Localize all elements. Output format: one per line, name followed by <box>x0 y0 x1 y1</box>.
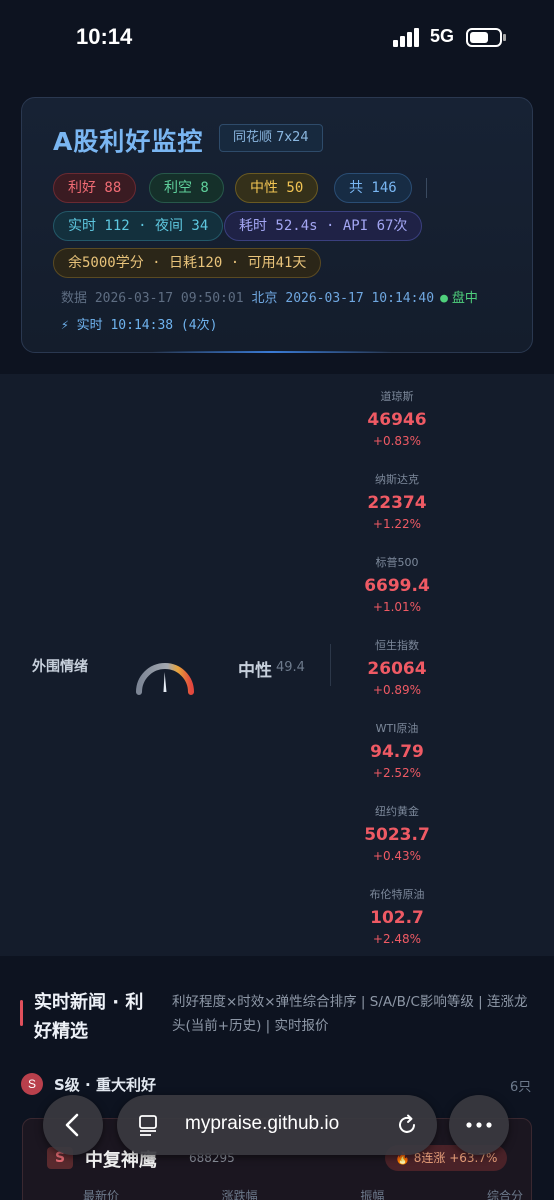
data-time: 数据 2026-03-17 09:50:01 <box>61 291 244 306</box>
index-value: 94.79 <box>370 742 424 762</box>
pill-divider <box>426 178 427 198</box>
beijing-time: 北京 2026-03-17 10:14:40 <box>251 291 435 306</box>
browser-toolbar: mypraise.github.io <box>0 1085 554 1200</box>
positive-count-pill[interactable]: 利好 88 <box>53 173 137 203</box>
chevron-left-icon <box>65 1113 79 1137</box>
back-button[interactable] <box>43 1095 103 1155</box>
index-name: 纳斯达克 <box>375 473 419 486</box>
total-count-pill[interactable]: 共 146 <box>334 173 412 203</box>
news-section-title: 实时新闻 · 利好精选 <box>34 992 144 1042</box>
neutral-count-pill[interactable]: 中性 50 <box>235 173 319 203</box>
header-card: A股利好监控 同花顺 7x24 利好 88 利空 8 中性 50 共 146 实… <box>21 97 533 353</box>
reload-icon[interactable] <box>396 1114 418 1136</box>
index-name: 恒生指数 <box>375 639 419 652</box>
index-item[interactable]: 纽约黄金 5023.7 +0.43% <box>352 803 442 863</box>
index-name: WTI原油 <box>375 722 419 735</box>
more-dots-icon <box>466 1122 492 1128</box>
sentiment-gauge <box>136 663 194 695</box>
index-change: +0.89% <box>372 683 422 697</box>
index-item[interactable]: 标普500 6699.4 +1.01% <box>352 554 442 614</box>
index-value: 46946 <box>367 410 427 430</box>
data-timestamp-line: 数据 2026-03-17 09:50:01 北京 2026-03-17 10:1… <box>61 287 478 306</box>
index-item[interactable]: 布伦特原油 102.7 +2.48% <box>352 886 442 946</box>
network-type: 5G <box>430 26 455 46</box>
status-time: 10:14 <box>76 24 133 49</box>
index-change: +1.22% <box>372 517 422 531</box>
source-badge: 同花顺 7x24 <box>219 124 323 152</box>
news-section-description: 利好程度×时效×弹性综合排序 | S/A/B/C影响等级 | 连涨龙头(当前+历… <box>172 994 528 1034</box>
index-change: +2.48% <box>372 932 422 946</box>
index-change: +0.83% <box>372 434 422 448</box>
sentiment-value: 中性 <box>238 661 272 681</box>
battery-icon <box>466 28 506 47</box>
index-value: 102.7 <box>370 908 424 928</box>
url-text: mypraise.github.io <box>185 1113 340 1134</box>
timing-pill: 耗时 52.4s · API 67次 <box>224 211 423 241</box>
market-status: 盘中 <box>451 291 478 306</box>
index-value: 5023.7 <box>364 825 430 845</box>
quota-pill: 余5000学分 · 日耗120 · 可用41天 <box>53 248 322 278</box>
negative-count-pill[interactable]: 利空 8 <box>149 173 224 203</box>
index-item[interactable]: 道琼斯 46946 +0.83% <box>352 388 442 448</box>
index-change: +2.52% <box>372 766 422 780</box>
realtime-pill: 实时 112 · 夜间 34 <box>53 211 224 241</box>
index-name: 布伦特原油 <box>369 888 425 901</box>
index-name: 标普500 <box>375 556 419 569</box>
reader-icon <box>139 1115 157 1136</box>
news-accent-bar <box>20 1000 23 1026</box>
app-title: A股利好监控 <box>53 127 204 156</box>
index-change: +0.43% <box>372 849 422 863</box>
index-value: 26064 <box>367 659 427 679</box>
more-button[interactable] <box>449 1095 509 1155</box>
index-value: 6699.4 <box>364 576 430 596</box>
sentiment-label: 外围情绪 <box>32 659 88 675</box>
realtime-update: ⚡ 实时 10:14:38 (4次) <box>61 318 218 333</box>
url-bar[interactable]: mypraise.github.io <box>117 1095 437 1155</box>
gauge-needle <box>163 672 167 693</box>
vertical-divider <box>330 644 331 686</box>
signal-icon <box>393 27 423 47</box>
index-change: +1.01% <box>372 600 422 614</box>
market-panel: 外围情绪 中性 49.4 道琼斯 46946 +0.83% 纳斯达克 22374 +1.2… <box>0 374 554 956</box>
index-value: 22374 <box>367 493 427 513</box>
index-item[interactable]: 恒生指数 26064 +0.89% <box>352 637 442 697</box>
market-status-dot: ● <box>440 291 448 306</box>
index-item[interactable]: 纳斯达克 22374 +1.22% <box>352 471 442 531</box>
index-name: 道琼斯 <box>380 390 414 403</box>
index-item[interactable]: WTI原油 94.79 +2.52% <box>352 720 442 780</box>
index-name: 纽约黄金 <box>375 805 419 818</box>
status-bar: 10:14 5G <box>0 0 554 80</box>
sentiment-score: 49.4 <box>276 660 305 675</box>
